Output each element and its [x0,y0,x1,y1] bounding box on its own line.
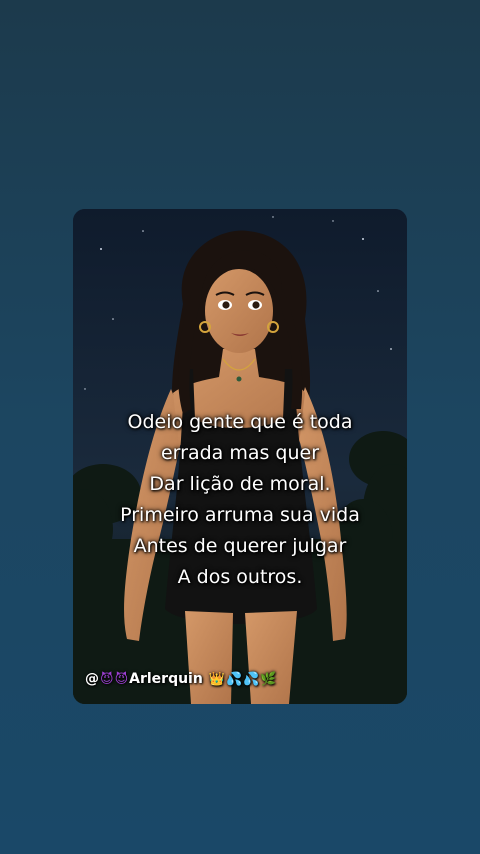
leaf-icon: 🌿 [260,671,277,687]
image-card: Odeio gente que é toda errada mas quer D… [73,209,407,704]
devil-icon: 😈 [114,671,129,687]
quote-text: Odeio gente que é toda errada mas quer D… [73,407,407,593]
author-credit: @ 😈 😈 Arlerquin 👑 💦 💦 🌿 [85,671,277,687]
sweat-drops-icon: 💦 [243,671,260,687]
quote-line-5: Antes de querer julgar [133,535,347,557]
quote-line-6: A dos outros. [177,566,303,588]
quote-line-3: Dar lição de moral. [149,473,331,495]
quote-line-4: Primeiro arruma sua vida [120,504,360,526]
quote-line-1: Odeio gente que é toda [127,411,353,433]
author-name: Arlerquin [129,671,203,687]
quote-line-2: errada mas quer [160,442,320,464]
crown-icon: 👑 [208,671,226,687]
sweat-drops-icon: 💦 [226,671,243,687]
at-sign: @ [85,671,99,687]
devil-icon: 😈 [100,671,114,687]
